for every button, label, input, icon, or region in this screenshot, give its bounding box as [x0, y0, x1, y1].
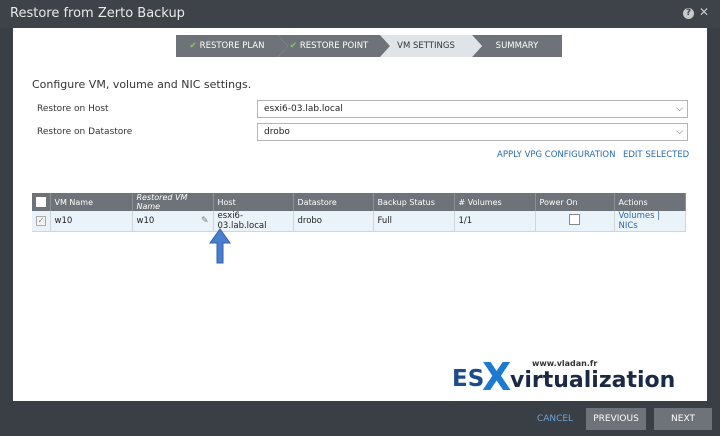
wizard-step-restore-point: ✔ RESTORE POINT: [278, 35, 390, 57]
restored-vm-name-value: w10: [136, 216, 155, 226]
help-icon[interactable]: ?: [683, 8, 694, 19]
restored-vm-name-cell[interactable]: w10 ✎: [132, 211, 214, 232]
restore-dialog: Restore from Zerto Backup ? ✕ ✔ RESTORE P…: [0, 0, 720, 436]
col-actions[interactable]: Actions: [614, 193, 686, 211]
vm-settings-table: VM Name Restored VM Name Host Datastore …: [32, 193, 686, 232]
datastore-cell: drobo: [293, 211, 374, 232]
wizard-step-label: RESTORE PLAN: [199, 41, 265, 51]
close-icon[interactable]: ✕: [698, 6, 710, 18]
vm-name-cell: w10: [50, 211, 133, 232]
backup-status-cell: Full: [373, 211, 455, 232]
col-restored-vm-name[interactable]: Restored VM Name: [132, 193, 214, 211]
col-power-on[interactable]: Power On: [535, 193, 615, 211]
restore-datastore-select[interactable]: drobo ⌵: [257, 123, 688, 141]
pencil-icon[interactable]: ✎: [201, 216, 209, 226]
chevron-down-icon: ⌵: [676, 127, 683, 137]
page-heading: Configure VM, volume and NIC settings.: [32, 78, 252, 91]
select-all-cell[interactable]: [32, 193, 51, 211]
cancel-button[interactable]: CANCEL: [534, 408, 576, 430]
table-row[interactable]: ✓ w10 w10 ✎ esxi6-03.lab.local drobo Ful…: [32, 211, 686, 232]
apply-vpg-configuration-link[interactable]: APPLY VPG CONFIGURATION: [497, 150, 615, 160]
restore-host-select[interactable]: esxi6-03.lab.local ⌵: [257, 100, 688, 118]
annotation-arrow-icon: [209, 228, 231, 264]
wizard-step-restore-plan: ✔ RESTORE PLAN: [176, 35, 288, 57]
watermark-url: www.vladan.fr: [532, 359, 598, 368]
row-select-checkbox[interactable]: ✓: [36, 215, 46, 226]
restore-datastore-label: Restore on Datastore: [37, 127, 133, 137]
dialog-title: Restore from Zerto Backup: [10, 6, 185, 21]
power-on-checkbox[interactable]: [569, 214, 580, 225]
col-backup-status[interactable]: Backup Status: [373, 193, 455, 211]
wizard-step-vm-settings: VM SETTINGS: [380, 35, 482, 57]
nics-link[interactable]: NICs: [619, 221, 638, 231]
wizard-step-label: RESTORE POINT: [299, 41, 369, 51]
wizard-step-label: VM SETTINGS: [397, 41, 455, 51]
volumes-link[interactable]: Volumes: [619, 211, 655, 221]
watermark-x: X: [482, 355, 512, 399]
restore-datastore-value: drobo: [264, 127, 290, 137]
col-volumes[interactable]: # Volumes: [454, 193, 536, 211]
check-icon: ✔: [289, 41, 297, 51]
next-button[interactable]: NEXT: [654, 408, 712, 430]
restore-host-value: esxi6-03.lab.local: [264, 104, 343, 114]
actions-separator: |: [657, 211, 661, 221]
row-select-cell[interactable]: ✓: [32, 211, 51, 232]
table-header-row: VM Name Restored VM Name Host Datastore …: [32, 193, 686, 211]
col-datastore[interactable]: Datastore: [293, 193, 374, 211]
check-icon: ✔: [189, 41, 197, 51]
previous-button[interactable]: PREVIOUS: [586, 408, 646, 430]
col-vm-name[interactable]: VM Name: [50, 193, 133, 211]
volumes-cell: 1/1: [454, 211, 536, 232]
edit-selected-link[interactable]: EDIT SELECTED: [623, 150, 689, 160]
actions-cell: Volumes | NICs: [614, 211, 686, 232]
dialog-content: ✔ RESTORE PLAN ✔ RESTORE POINT VM SETTINGS…: [13, 28, 707, 401]
select-all-checkbox[interactable]: [36, 197, 46, 207]
restore-host-label: Restore on Host: [37, 104, 109, 114]
col-host[interactable]: Host: [213, 193, 294, 211]
watermark-virtualization: virtualization: [510, 368, 676, 393]
title-bar: Restore from Zerto Backup ? ✕: [0, 0, 720, 28]
wizard-step-summary: SUMMARY: [472, 35, 562, 57]
wizard-step-label: SUMMARY: [495, 41, 539, 51]
watermark-es: ES: [452, 366, 485, 392]
power-on-cell: [535, 211, 615, 232]
chevron-down-icon: ⌵: [676, 104, 683, 114]
